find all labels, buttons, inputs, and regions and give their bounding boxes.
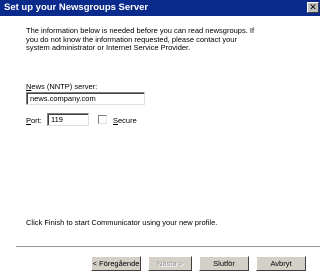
back-button[interactable]: < Föregående [91, 256, 141, 271]
server-label-text: ews (NNTP) server: [31, 82, 98, 91]
port-label-text: ort: [31, 116, 42, 125]
separator-highlight [16, 247, 320, 248]
news-server-input[interactable]: news.company.com [26, 92, 145, 105]
close-button[interactable]: ✕ [307, 2, 319, 13]
secure-checkbox[interactable] [98, 115, 107, 124]
port-input[interactable]: 119 [47, 113, 89, 126]
intro-text: The information below is needed before y… [26, 26, 276, 53]
server-label: News (NNTP) server: [26, 82, 97, 91]
title-bar: Set up your Newsgroups Server ✕ [0, 0, 320, 16]
port-label: Port: [26, 116, 42, 125]
close-icon: ✕ [309, 2, 317, 12]
window-title: Set up your Newsgroups Server [4, 2, 149, 13]
cancel-button[interactable]: Avbryt [256, 256, 306, 271]
secure-label-text: ecure [118, 116, 137, 125]
next-button[interactable]: Nästa > [148, 256, 192, 271]
intro-line: system administrator or Internet Service… [26, 43, 191, 53]
dialog-body [0, 16, 320, 274]
finish-instruction: Click Finish to start Communicator using… [26, 218, 218, 227]
finish-button[interactable]: Slutför [199, 256, 249, 271]
secure-label[interactable]: Secure [113, 116, 137, 125]
